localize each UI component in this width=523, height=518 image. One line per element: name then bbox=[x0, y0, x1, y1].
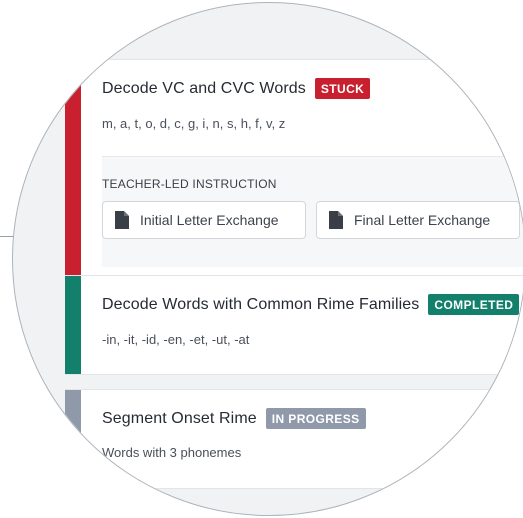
skill-title: Decode Words with Common Rime Families bbox=[102, 295, 420, 313]
card-content: Decode Words with Common Rime Families C… bbox=[102, 276, 523, 374]
document-icon bbox=[329, 211, 343, 229]
title-row: Decode Words with Common Rime Families C… bbox=[102, 294, 520, 315]
teacher-led-section: TEACHER-LED INSTRUCTION Initial Letter E… bbox=[102, 156, 523, 267]
skills-panel: Decode VC and CVC Words STUCK m, a, t, o… bbox=[13, 3, 523, 515]
status-bar bbox=[65, 390, 81, 488]
status-badge: COMPLETED bbox=[428, 294, 520, 315]
title-row: Segment Onset Rime IN PROGRESS bbox=[102, 408, 366, 429]
status-badge: IN PROGRESS bbox=[265, 408, 366, 429]
status-bar bbox=[65, 276, 81, 374]
title-row: Decode VC and CVC Words STUCK bbox=[102, 78, 371, 99]
button-label: Initial Letter Exchange bbox=[140, 212, 279, 228]
initial-letter-exchange-button[interactable]: Initial Letter Exchange bbox=[102, 201, 306, 239]
status-bar bbox=[65, 60, 81, 292]
skill-card-completed[interactable]: Decode Words with Common Rime Families C… bbox=[65, 275, 523, 375]
skill-title: Segment Onset Rime bbox=[102, 409, 257, 427]
skill-card-stuck[interactable]: Decode VC and CVC Words STUCK m, a, t, o… bbox=[65, 59, 523, 293]
document-icon bbox=[115, 211, 129, 229]
skill-card-in-progress[interactable]: Segment Onset Rime IN PROGRESS Words wit… bbox=[65, 389, 523, 489]
skill-title: Decode VC and CVC Words bbox=[102, 79, 306, 97]
card-content: Segment Onset Rime IN PROGRESS Words wit… bbox=[102, 390, 523, 488]
skill-subtitle: -in, -it, -id, -en, -et, -ut, -at bbox=[102, 332, 250, 347]
button-label: Final Letter Exchange bbox=[354, 212, 491, 228]
status-badge: STUCK bbox=[314, 78, 371, 99]
skill-subtitle: Words with 3 phonemes bbox=[102, 445, 242, 460]
section-heading: TEACHER-LED INSTRUCTION bbox=[102, 177, 277, 191]
skill-subtitle: m, a, t, o, d, c, g, i, n, s, h, f, v, z bbox=[102, 116, 286, 131]
final-letter-exchange-button[interactable]: Final Letter Exchange bbox=[316, 201, 520, 239]
magnifier-lens: Decode VC and CVC Words STUCK m, a, t, o… bbox=[12, 2, 523, 516]
